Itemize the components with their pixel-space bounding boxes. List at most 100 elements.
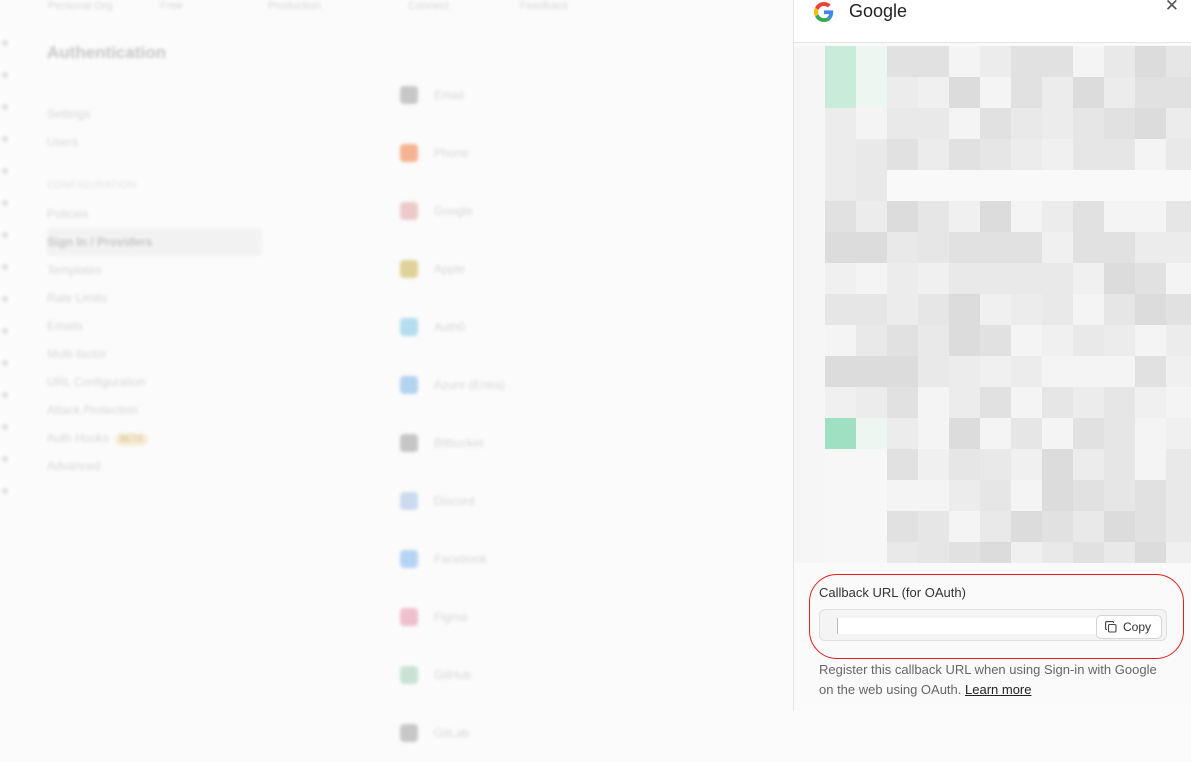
- mosaic-tile: [887, 77, 918, 108]
- mosaic-tile: [887, 542, 918, 563]
- mosaic-tile: [856, 294, 887, 325]
- nav-section-header: CONFIGURATION: [47, 180, 137, 191]
- nav-item: Users: [47, 135, 79, 149]
- mosaic-tile: [856, 77, 887, 108]
- provider-row: Google: [400, 182, 505, 240]
- mosaic-tile: [949, 77, 980, 108]
- mosaic-tile: [887, 356, 918, 387]
- mosaic-tile: [856, 449, 887, 480]
- mosaic-tile: [1166, 325, 1191, 356]
- provider-row: Phone: [400, 124, 505, 182]
- mosaic-tile: [825, 108, 856, 139]
- callback-url-section: Callback URL (for OAuth) Copy: [819, 585, 1179, 641]
- mosaic-tile: [1011, 325, 1042, 356]
- mosaic-tile: [1135, 77, 1166, 108]
- mosaic-tile: [980, 263, 1011, 294]
- mosaic-tile: [1104, 263, 1135, 294]
- mosaic-tile: [1166, 232, 1191, 263]
- mosaic-tile: [1104, 356, 1135, 387]
- mosaic-tile: [1104, 294, 1135, 325]
- mosaic-tile: [887, 387, 918, 418]
- provider-label: GitLab: [434, 726, 470, 740]
- mosaic-tile: [918, 387, 949, 418]
- mosaic-tile: [918, 418, 949, 449]
- redacted-settings-content: [794, 46, 1191, 563]
- mosaic-tile: [1166, 46, 1191, 77]
- provider-label: Azure (Entra): [434, 378, 506, 392]
- mosaic-tile: [1135, 387, 1166, 418]
- mosaic-tile: [1104, 108, 1135, 139]
- provider-icon: [400, 144, 418, 162]
- provider-label: Figma: [434, 610, 468, 624]
- org-switcher: Personal Org: [48, 0, 113, 12]
- mosaic-tile: [887, 263, 918, 294]
- nav-item-active: Sign In / Providers: [47, 228, 262, 256]
- mosaic-tile: [856, 232, 887, 263]
- mosaic-tile: [1073, 418, 1104, 449]
- mosaic-tile: [1073, 201, 1104, 232]
- mosaic-tile: [794, 325, 825, 356]
- mosaic-tile: [1166, 387, 1191, 418]
- mosaic-tile: [825, 418, 856, 449]
- mosaic-tile: [949, 511, 980, 542]
- provider-label: Bitbucket: [434, 436, 484, 450]
- mosaic-tile: [887, 201, 918, 232]
- mosaic-tile: [794, 232, 825, 263]
- mosaic-tile: [980, 542, 1011, 563]
- mosaic-tile: [1042, 294, 1073, 325]
- mosaic-tile: [1042, 387, 1073, 418]
- mosaic-tile: [918, 511, 949, 542]
- mosaic-tile: [825, 325, 856, 356]
- mosaic-tile: [1073, 263, 1104, 294]
- mosaic-tile: [1104, 46, 1135, 77]
- callback-url-field: Copy: [819, 609, 1167, 641]
- mosaic-tile: [825, 356, 856, 387]
- mosaic-tile: [1042, 480, 1073, 511]
- mosaic-tile: [1166, 170, 1191, 201]
- provider-icon: [400, 434, 418, 452]
- rail-icon: [2, 424, 8, 430]
- mosaic-tile: [980, 511, 1011, 542]
- mosaic-tile: [1042, 46, 1073, 77]
- mosaic-tile: [1073, 387, 1104, 418]
- provider-icon: [400, 260, 418, 278]
- learn-more-link[interactable]: Learn more: [965, 682, 1031, 697]
- connect-button: Connect: [408, 0, 449, 12]
- callback-url-input[interactable]: [837, 618, 1103, 634]
- copy-button[interactable]: Copy: [1095, 615, 1162, 639]
- mosaic-tile: [825, 77, 856, 108]
- mosaic-tile: [1166, 511, 1191, 542]
- mosaic-tile: [1135, 170, 1166, 201]
- nav-item: Attack Protection: [47, 403, 138, 417]
- provider-settings-panel: Google ✕ Callback URL (for OAuth) Copy R…: [793, 0, 1191, 711]
- rail-icon: [2, 72, 8, 78]
- mosaic-tile: [949, 387, 980, 418]
- rail-icon: [2, 232, 8, 238]
- mosaic-tile: [918, 542, 949, 563]
- mosaic-tile: [980, 46, 1011, 77]
- rail-icon: [2, 104, 8, 110]
- rail-icon: [2, 168, 8, 174]
- mosaic-tile: [825, 480, 856, 511]
- beta-badge: BETA: [115, 433, 148, 446]
- mosaic-tile: [1073, 356, 1104, 387]
- nav-item: Multi-factor: [47, 347, 107, 361]
- mosaic-tile: [825, 170, 856, 201]
- rail-icon: [2, 456, 8, 462]
- mosaic-tile: [1166, 480, 1191, 511]
- background-topbar: Personal Org Free Production Connect Fee…: [0, 0, 793, 14]
- mosaic-tile: [1135, 356, 1166, 387]
- mosaic-tile: [825, 511, 856, 542]
- rail-icon: [2, 40, 8, 46]
- provider-row: Bitbucket: [400, 414, 505, 472]
- rail-icon: [2, 136, 8, 142]
- mosaic-tile: [1011, 418, 1042, 449]
- provider-label: Google: [434, 204, 473, 218]
- mosaic-tile: [794, 511, 825, 542]
- provider-row: Apple: [400, 240, 505, 298]
- mosaic-tile: [1042, 170, 1073, 201]
- provider-icon: [400, 492, 418, 510]
- close-icon[interactable]: ✕: [1165, 0, 1179, 14]
- mosaic-tile: [918, 201, 949, 232]
- mosaic-tile: [1011, 387, 1042, 418]
